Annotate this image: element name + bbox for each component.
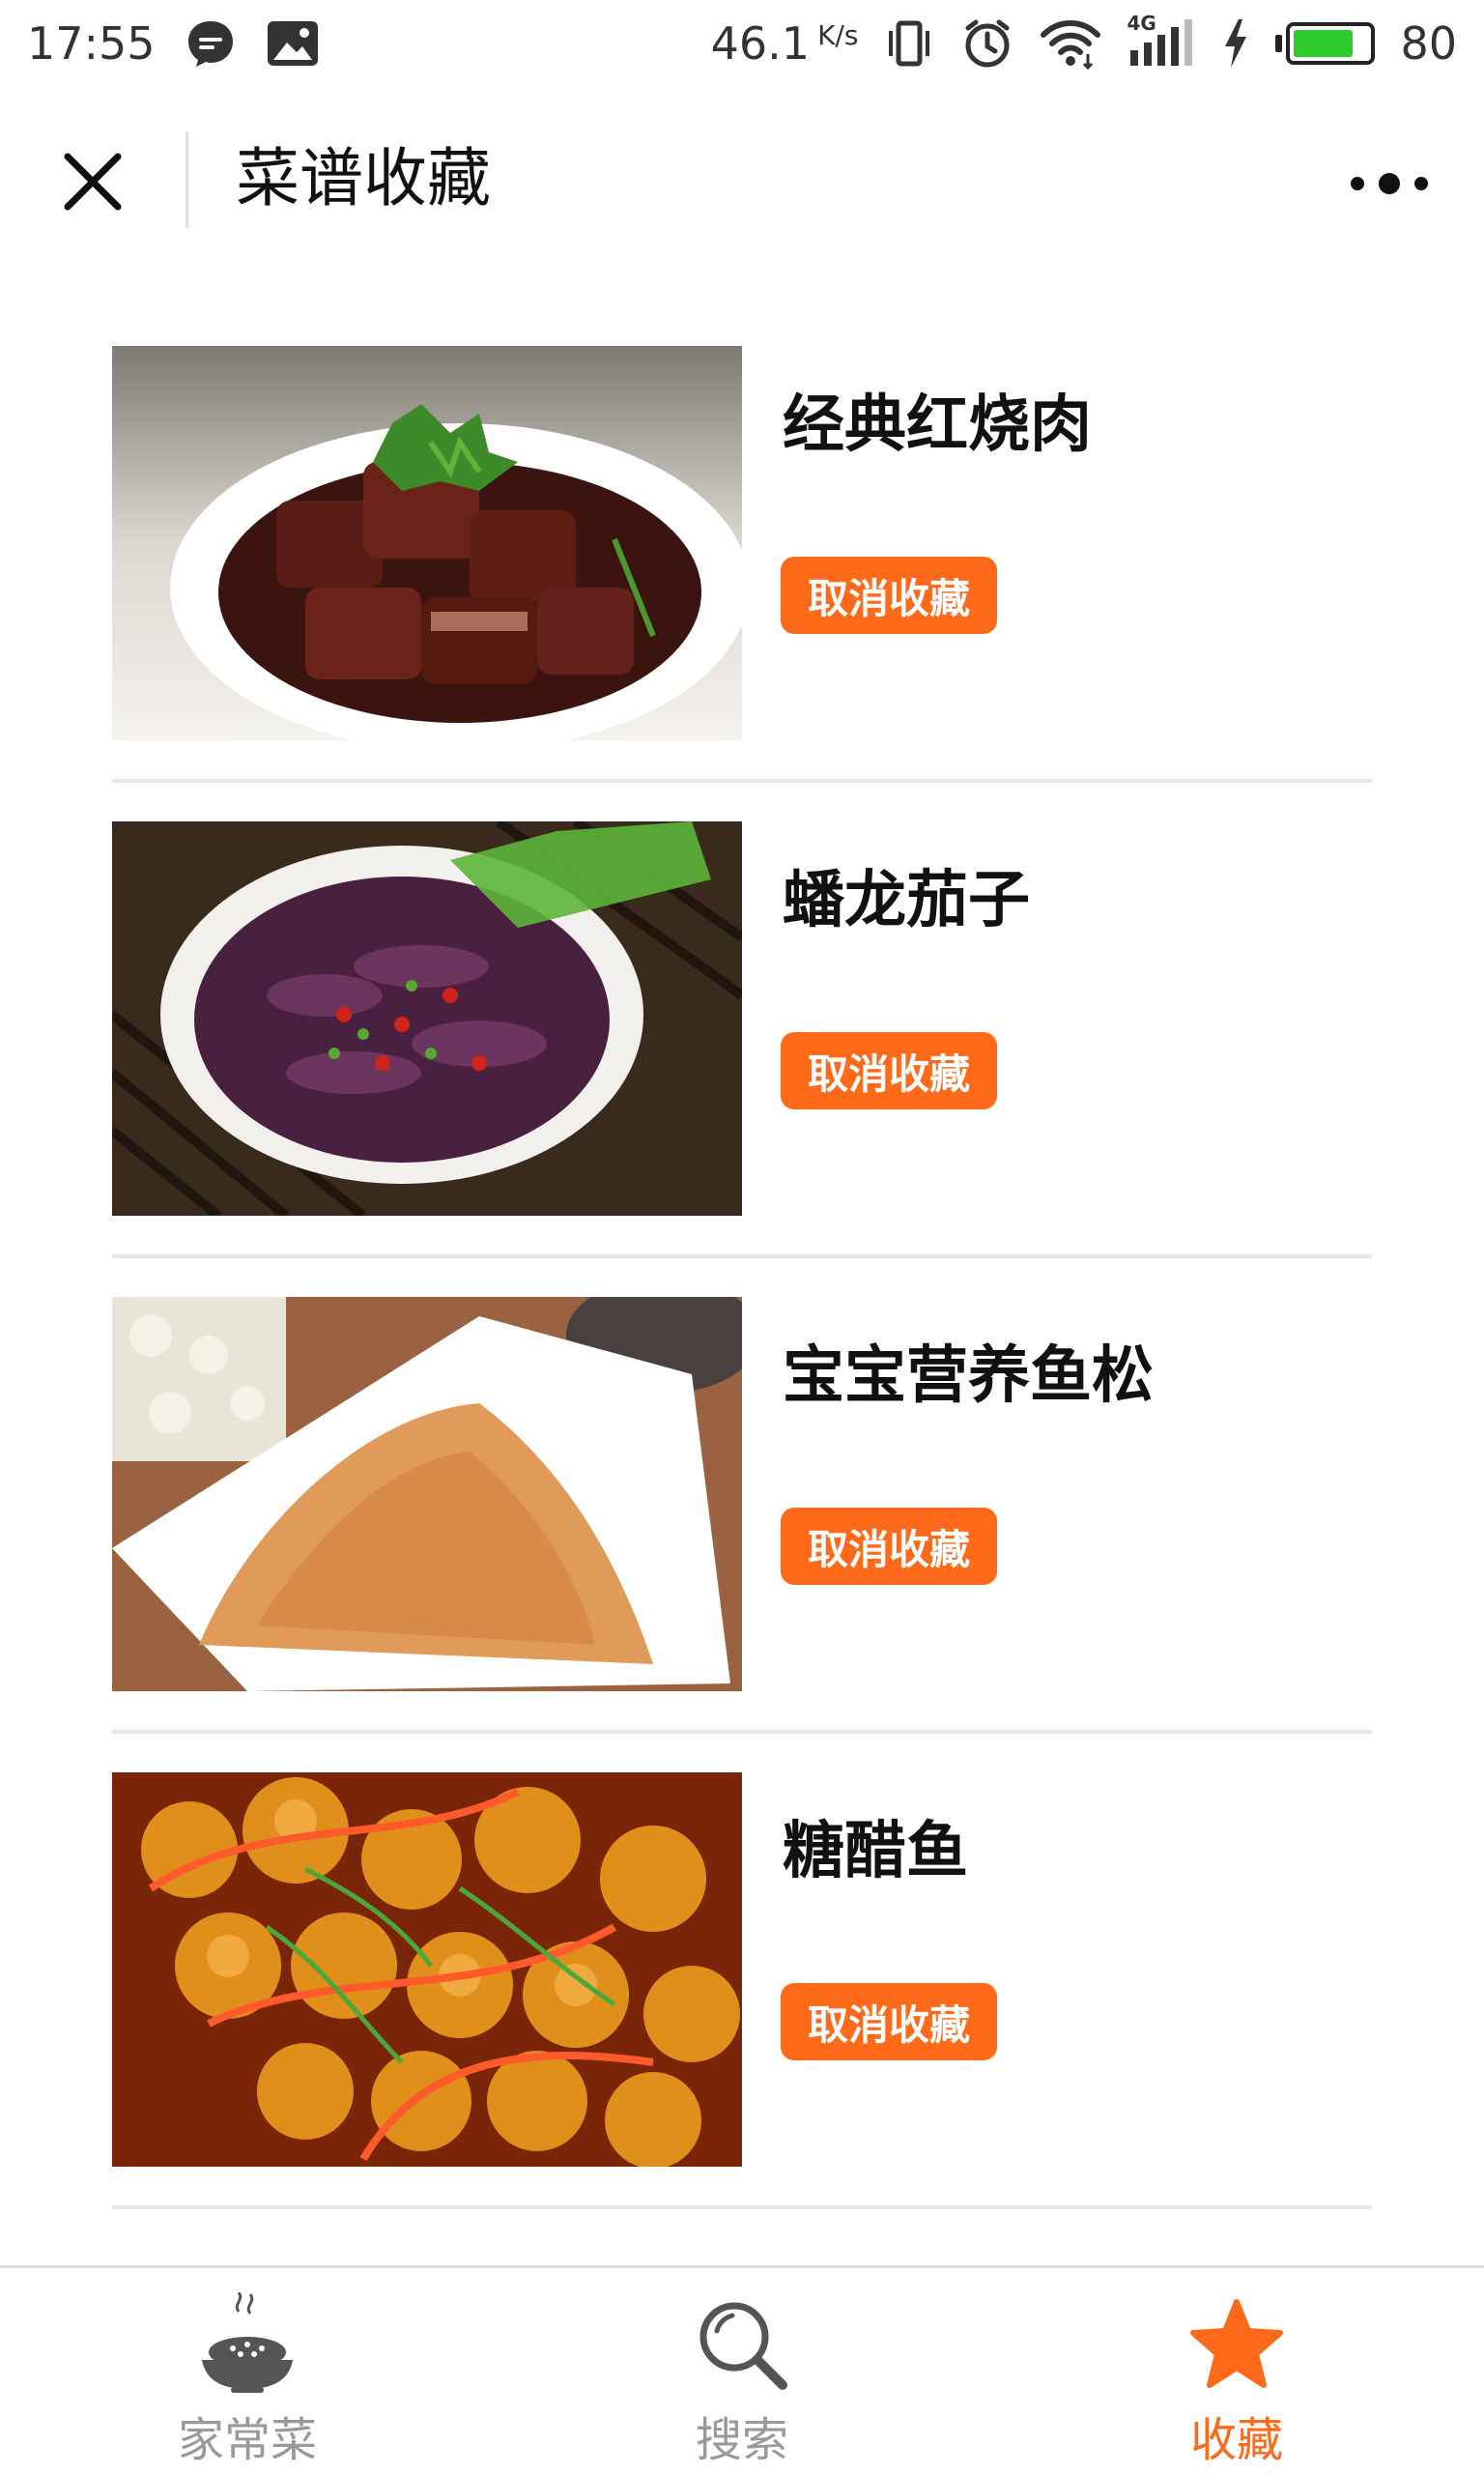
alarm-icon — [960, 16, 1014, 71]
status-right: 46.1 K/s 4G 80 — [711, 12, 1457, 71]
recipe-title[interactable]: 宝宝营养鱼松 — [783, 1338, 1154, 1415]
recipe-photo-sweet-sour-fish[interactable] — [112, 1772, 742, 2167]
network-speed: 46.1 K/s — [711, 17, 859, 70]
status-bar: 17:55 46.1 K/s 4G 80 — [0, 0, 1484, 87]
more-icon — [1351, 173, 1428, 194]
tab-label: 搜索 — [695, 2413, 788, 2467]
cellular-signal-icon: 4G — [1127, 12, 1196, 70]
recipe-item[interactable]: 蟠龙茄子 取消收藏 — [112, 783, 1372, 1258]
tab-favorites[interactable]: 收藏 — [989, 2268, 1484, 2474]
battery-fill — [1294, 30, 1354, 57]
signal-type-label: 4G — [1127, 12, 1156, 35]
recipe-list: 经典红烧肉 取消收藏 蟠龙茄子 取消收藏 宝宝营养鱼松 取消收藏 糖醋鱼 取消收… — [112, 346, 1372, 2209]
nav-divider — [186, 131, 188, 228]
unfavorite-button[interactable]: 取消收藏 — [781, 557, 997, 634]
battery-body — [1286, 22, 1376, 65]
network-speed-value: 46.1 — [710, 17, 811, 70]
recipe-photo-dragon-eggplant[interactable] — [112, 821, 742, 1216]
recipe-photo-fish-floss[interactable] — [112, 1297, 742, 1691]
close-button[interactable] — [58, 147, 128, 216]
charging-bolt-icon — [1221, 17, 1250, 70]
recipe-title[interactable]: 糖醋鱼 — [783, 1813, 968, 1890]
recipe-item[interactable]: 糖醋鱼 取消收藏 — [112, 1734, 1372, 2209]
wifi-icon — [1040, 17, 1101, 70]
unfavorite-button[interactable]: 取消收藏 — [781, 1983, 997, 2060]
tab-label: 收藏 — [1189, 2413, 1283, 2467]
page-title: 菜谱收藏 — [236, 141, 491, 216]
image-notification-icon — [266, 19, 320, 68]
battery-cap — [1275, 35, 1283, 52]
recipe-photo-braised-pork[interactable] — [112, 346, 742, 740]
unfavorite-button[interactable]: 取消收藏 — [781, 1508, 997, 1585]
tab-search[interactable]: 搜索 — [495, 2268, 989, 2474]
app-screen: 17:55 46.1 K/s 4G 80 菜谱收藏 经典红烧肉 取消收藏 蟠龙茄… — [0, 0, 1484, 2474]
status-time: 17:55 — [27, 17, 156, 70]
unfavorite-button[interactable]: 取消收藏 — [781, 1032, 997, 1109]
nav-header: 菜谱收藏 — [0, 106, 1484, 242]
recipe-title[interactable]: 蟠龙茄子 — [783, 862, 1030, 939]
close-icon — [64, 153, 122, 211]
star-icon — [1179, 2291, 1295, 2398]
tab-bar: 家常菜 搜索 收藏 — [0, 2265, 1484, 2474]
tab-label: 家常菜 — [177, 2413, 317, 2467]
network-speed-unit: K/s — [817, 19, 859, 51]
recipe-title[interactable]: 经典红烧肉 — [783, 387, 1092, 464]
rice-bowl-icon — [189, 2291, 305, 2398]
recipe-item[interactable]: 经典红烧肉 取消收藏 — [112, 346, 1372, 783]
more-button[interactable] — [1341, 149, 1438, 218]
battery-level: 80 — [1400, 17, 1457, 70]
status-left: 17:55 — [27, 17, 320, 70]
vibrate-icon — [883, 17, 935, 70]
tab-home-cooking[interactable]: 家常菜 — [0, 2268, 495, 2474]
battery-icon — [1275, 22, 1376, 65]
recipe-item[interactable]: 宝宝营养鱼松 取消收藏 — [112, 1258, 1372, 1734]
search-icon — [684, 2291, 800, 2398]
chat-bubble-icon — [185, 17, 237, 70]
